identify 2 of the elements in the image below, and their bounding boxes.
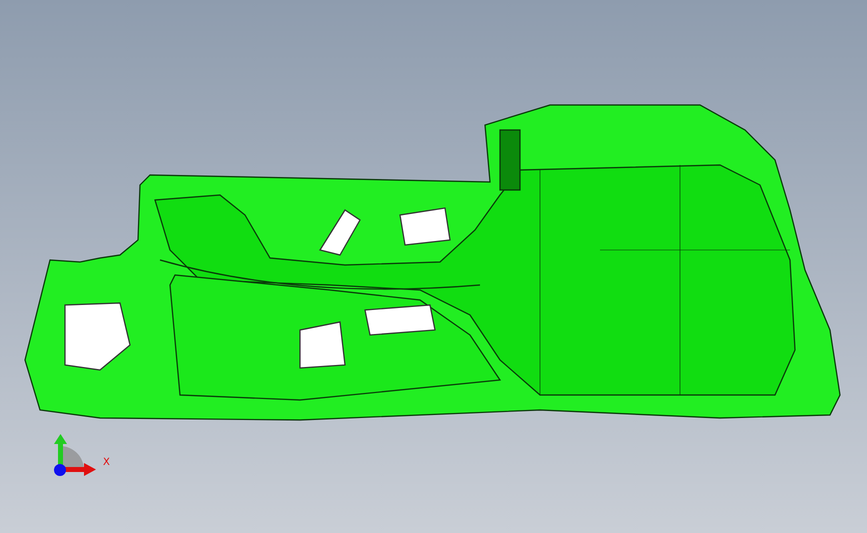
x-axis-label: X	[103, 457, 110, 469]
3d-viewport[interactable]: X	[0, 0, 867, 533]
